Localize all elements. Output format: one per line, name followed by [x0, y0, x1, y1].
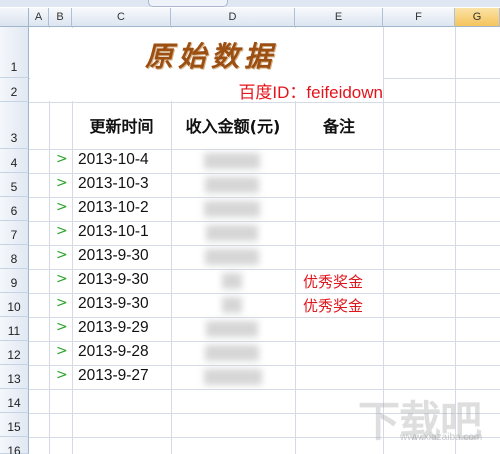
row-header-2[interactable]: 2 [0, 78, 29, 102]
date-cell[interactable]: 2013-9-30 [78, 247, 149, 265]
date-cell[interactable]: 2013-9-28 [78, 343, 149, 361]
error-indicator-icon[interactable]: > [56, 247, 68, 263]
date-cell[interactable]: 2013-10-1 [78, 223, 149, 241]
error-indicator-icon[interactable]: > [56, 151, 68, 167]
column-header-b[interactable]: B [49, 8, 72, 27]
gridline [29, 221, 500, 222]
gridline [29, 269, 500, 270]
column-header-c[interactable]: C [72, 8, 171, 27]
error-indicator-icon[interactable]: > [56, 223, 68, 239]
date-cell[interactable]: 2013-10-3 [78, 175, 149, 193]
blurred-amount [204, 369, 262, 385]
blurred-amount [205, 177, 259, 193]
row-header-11[interactable]: 11 [0, 317, 29, 341]
row-header-5[interactable]: 5 [0, 173, 29, 197]
error-indicator-icon[interactable]: > [56, 367, 68, 383]
blurred-amount [222, 273, 242, 289]
date-cell[interactable]: 2013-10-2 [78, 199, 149, 217]
gridline [29, 197, 500, 198]
blurred-amount [222, 297, 242, 313]
error-indicator-icon[interactable]: > [56, 319, 68, 335]
column-header-d[interactable]: D [171, 8, 295, 27]
date-cell[interactable]: 2013-10-4 [78, 151, 149, 169]
gridline [29, 245, 500, 246]
gridline [29, 293, 500, 294]
gridline [29, 365, 500, 366]
row-header-14[interactable]: 14 [0, 389, 29, 413]
blurred-amount [206, 225, 258, 241]
note-cell[interactable]: 优秀奖金 [303, 295, 363, 316]
row-header-8[interactable]: 8 [0, 245, 29, 269]
row-header-6[interactable]: 6 [0, 197, 29, 221]
baidu-id-label: 百度ID：feifeidown [238, 83, 383, 102]
row-header-10[interactable]: 10 [0, 293, 29, 317]
error-indicator-icon[interactable]: > [56, 271, 68, 287]
row-header-9[interactable]: 9 [0, 269, 29, 293]
gridline [29, 317, 500, 318]
row-header-1[interactable]: 1 [0, 27, 29, 78]
blurred-amount [205, 345, 259, 361]
row-header-3[interactable]: 3 [0, 102, 29, 149]
blurred-amount [204, 201, 260, 217]
date-cell[interactable]: 2013-9-27 [78, 367, 149, 385]
watermark-url: www.xiazaiba.com [400, 432, 483, 443]
header-update-time: 更新时间 [89, 117, 154, 136]
date-cell[interactable]: 2013-9-30 [78, 295, 149, 313]
error-indicator-icon[interactable]: > [56, 343, 68, 359]
row-header-4[interactable]: 4 [0, 149, 29, 173]
header-income-amount: 收入金额(元) [185, 117, 281, 136]
row-header-7[interactable]: 7 [0, 221, 29, 245]
column-header-g[interactable]: G [455, 8, 500, 27]
sheet-title: 原始数据 [144, 40, 277, 73]
column-header-e[interactable]: E [295, 8, 383, 27]
gridline [29, 341, 500, 342]
blurred-amount [205, 249, 259, 265]
formula-bar-tab[interactable] [148, 0, 228, 7]
note-cell[interactable]: 优秀奖金 [303, 271, 363, 292]
spreadsheet[interactable]: { "toolbar": { "name_box_fragment": "" }… [0, 0, 500, 454]
row-header-15[interactable]: 15 [0, 413, 29, 437]
toolbar-strip [0, 0, 500, 7]
gridline [29, 149, 500, 150]
blurred-amount [206, 321, 258, 337]
row-header-13[interactable]: 13 [0, 365, 29, 389]
gridline [29, 173, 500, 174]
date-cell[interactable]: 2013-9-30 [78, 271, 149, 289]
column-header-a[interactable]: A [29, 8, 49, 27]
error-indicator-icon[interactable]: > [56, 175, 68, 191]
header-note: 备注 [322, 117, 355, 136]
row-header-16[interactable]: 16 [0, 437, 29, 454]
row-header-12[interactable]: 12 [0, 341, 29, 365]
error-indicator-icon[interactable]: > [56, 295, 68, 311]
blurred-amount [204, 153, 260, 169]
date-cell[interactable]: 2013-9-29 [78, 319, 149, 337]
column-header-f[interactable]: F [383, 8, 455, 27]
error-indicator-icon[interactable]: > [56, 199, 68, 215]
select-all-corner[interactable] [0, 8, 29, 27]
